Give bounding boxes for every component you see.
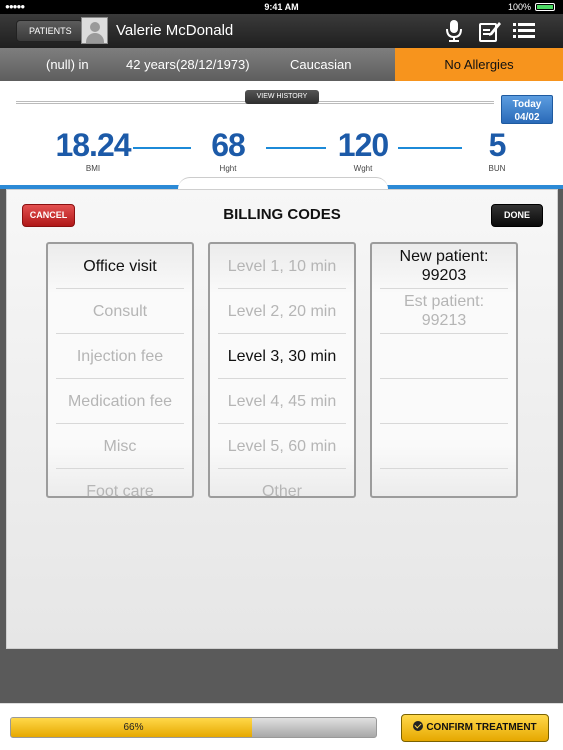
patient-avatar [81, 17, 108, 44]
vital-label: BUN [488, 164, 506, 173]
vital-connector [398, 147, 462, 149]
picker-option[interactable]: Level 2, 20 min [218, 289, 346, 334]
allergies-badge[interactable]: No Allergies [395, 48, 563, 81]
vital-label: Hght [219, 164, 237, 173]
patient-name: Valerie McDonald [116, 22, 234, 39]
done-button[interactable]: DONE [491, 204, 543, 227]
picker-option[interactable]: Level 4, 45 min [218, 379, 346, 424]
picker-option[interactable]: Level 3, 30 min [218, 334, 346, 379]
today-label: Today [512, 99, 542, 110]
clock: 9:41 AM [264, 2, 299, 12]
today-date-button[interactable]: Today 04/02 [501, 95, 553, 124]
picker-option[interactable]: Medication fee [56, 379, 184, 424]
app-header: PATIENTS Valerie McDonald [0, 14, 563, 48]
panel-title: BILLING CODES [223, 206, 341, 223]
picker-option[interactable]: Level 1, 10 min [218, 244, 346, 289]
picker-option[interactable]: Misc [56, 424, 184, 469]
vital-label: BMI [85, 164, 101, 173]
panel-notch [178, 177, 388, 189]
picker-empty-row [380, 424, 508, 469]
today-date: 04/02 [514, 112, 540, 123]
confirm-label: CONFIRM TREATMENT [426, 722, 537, 733]
treatment-progress-bar: 66% [10, 717, 377, 738]
vital-bun[interactable]: 5 BUN [478, 127, 516, 173]
vital-value: 18.24 [55, 127, 131, 163]
billing-code-picker[interactable]: New patient: 99203 Est patient: 99213 [370, 242, 518, 498]
list-icon[interactable] [512, 19, 536, 43]
picker-option[interactable]: New patient: 99203 [380, 244, 508, 289]
picker-empty-row [380, 334, 508, 379]
picker-option[interactable]: Other [218, 469, 346, 497]
microphone-icon[interactable] [444, 19, 464, 43]
view-history-button[interactable]: VIEW HISTORY [245, 90, 319, 104]
vital-value: 68 [211, 127, 246, 163]
vital-label: Wght [353, 164, 373, 173]
status-bar: ●●●●● 9:41 AM 100% [0, 0, 563, 14]
picker-option[interactable]: Foot care [56, 469, 184, 497]
visit-level-picker[interactable]: Level 1, 10 min Level 2, 20 min Level 3,… [208, 242, 356, 498]
picker-option[interactable]: Level 5, 60 min [218, 424, 346, 469]
patient-ethnicity: Caucasian [290, 57, 352, 72]
picker-option[interactable]: Office visit [56, 244, 184, 289]
vital-height[interactable]: 68 Hght [193, 127, 263, 173]
billing-codes-panel: CANCEL BILLING CODES DONE Office visit C… [6, 189, 558, 649]
patient-info-bar: (null) in 42 years(28/12/1973) Caucasian… [0, 48, 563, 81]
confirm-treatment-button[interactable]: CONFIRM TREATMENT [401, 714, 549, 742]
patients-back-button[interactable]: PATIENTS [16, 20, 83, 42]
vital-value: 120 [337, 127, 389, 163]
vital-connector [266, 147, 326, 149]
vital-connector [133, 147, 191, 149]
vital-value: 5 [488, 127, 507, 163]
check-circle-icon [413, 721, 424, 731]
visit-type-picker[interactable]: Office visit Consult Injection fee Medic… [46, 242, 194, 498]
picker-option[interactable]: Injection fee [56, 334, 184, 379]
battery-percent: 100% [507, 2, 531, 12]
picker-empty-row [380, 379, 508, 424]
vital-bmi[interactable]: 18.24 BMI [48, 127, 138, 173]
vital-weight[interactable]: 120 Wght [326, 127, 400, 173]
battery-icon [535, 3, 555, 11]
patient-height: (null) in [46, 57, 89, 72]
vitals-strip: VIEW HISTORY Today 04/02 18.24 BMI 68 Hg… [0, 81, 563, 189]
edit-note-icon[interactable] [478, 19, 502, 43]
patient-age: 42 years(28/12/1973) [126, 57, 250, 72]
progress-label: 66% [123, 722, 144, 733]
picker-option[interactable]: Consult [56, 289, 184, 334]
footer-bar: 66% CONFIRM TREATMENT [0, 703, 563, 750]
picker-option[interactable]: Est patient: 99213 [380, 289, 508, 334]
